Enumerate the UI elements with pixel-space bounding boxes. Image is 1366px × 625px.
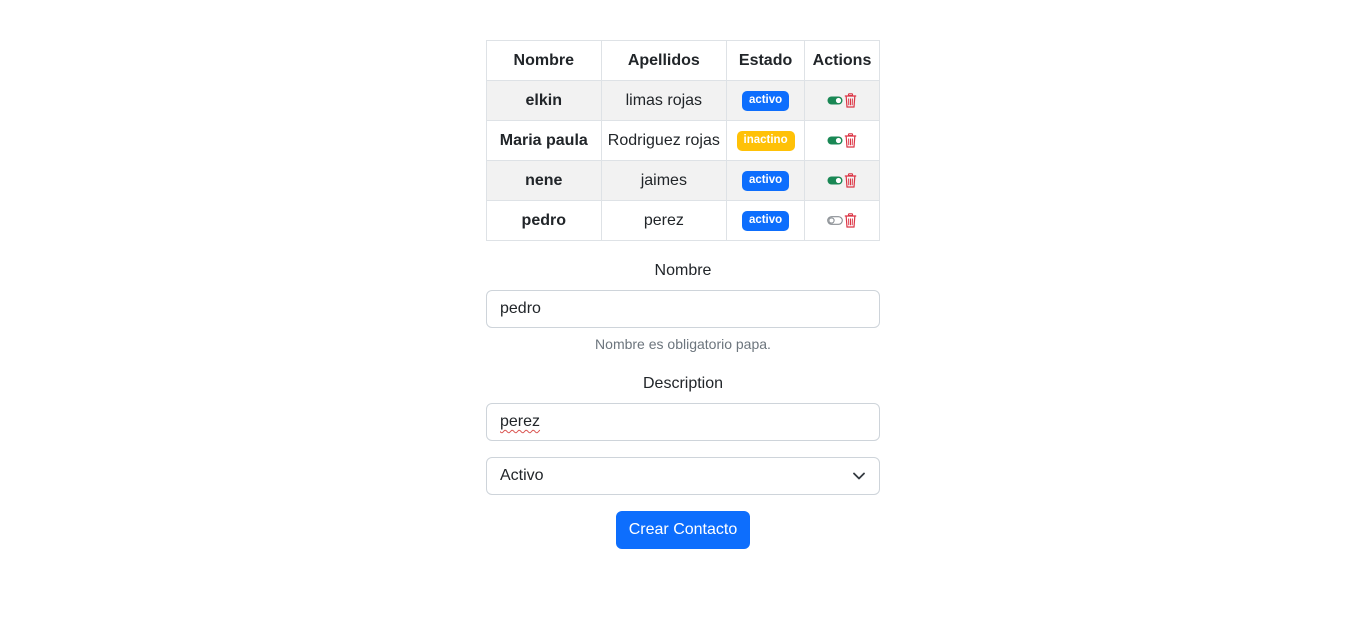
estado-select[interactable]: Activo xyxy=(486,457,880,495)
table-header-row: Nombre Apellidos Estado Actions xyxy=(486,40,880,81)
header-estado: Estado xyxy=(726,40,806,81)
row-actions xyxy=(827,92,857,108)
cell-nombre: pedro xyxy=(486,200,602,241)
table-row: Maria paula Rodriguez rojas inactino xyxy=(486,120,880,161)
crear-contacto-button[interactable]: Crear Contacto xyxy=(615,511,751,549)
cell-apellidos: limas rojas xyxy=(600,80,728,121)
cell-estado: activo xyxy=(726,160,806,201)
contacts-table: Nombre Apellidos Estado Actions elkin lim… xyxy=(486,40,880,241)
cell-actions xyxy=(804,200,880,241)
nombre-input[interactable]: pedro xyxy=(486,290,880,328)
description-input[interactable]: perez xyxy=(486,403,880,441)
trash-icon[interactable] xyxy=(844,132,857,148)
nombre-label: Nombre xyxy=(654,262,712,279)
status-badge: activo xyxy=(741,211,790,231)
cell-actions xyxy=(804,80,880,121)
trash-icon[interactable] xyxy=(844,92,857,108)
cell-nombre: nene xyxy=(486,160,602,201)
status-badge: inactino xyxy=(736,131,795,151)
cell-apellidos: perez xyxy=(600,200,728,241)
estado-select-value: Activo xyxy=(500,467,544,484)
row-actions xyxy=(827,172,857,188)
cell-estado: activo xyxy=(726,80,806,121)
nombre-help-text: Nombre es obligatorio papa. xyxy=(595,336,771,352)
cell-actions xyxy=(804,120,880,161)
description-value: perez xyxy=(500,413,541,430)
cell-apellidos: jaimes xyxy=(600,160,728,201)
cell-nombre: elkin xyxy=(486,80,602,121)
toggle-icon[interactable] xyxy=(827,215,843,225)
status-badge: activo xyxy=(741,91,790,111)
row-actions xyxy=(827,212,857,228)
table-row: nene jaimes activo xyxy=(486,160,880,201)
header-apellidos: Apellidos xyxy=(600,40,728,81)
contact-form: Nombre pedro Nombre es obligatorio papa.… xyxy=(486,261,880,549)
main-container: Nombre Apellidos Estado Actions elkin lim… xyxy=(486,40,880,549)
cell-estado: activo xyxy=(726,200,806,241)
toggle-icon[interactable] xyxy=(827,96,843,105)
cell-nombre: Maria paula xyxy=(486,120,602,161)
toggle-icon[interactable] xyxy=(827,136,843,145)
row-actions xyxy=(827,132,857,148)
cell-apellidos: Rodriguez rojas xyxy=(600,120,728,161)
table-row: pedro perez activo xyxy=(486,200,880,241)
cell-estado: inactino xyxy=(726,120,806,161)
status-badge: activo xyxy=(741,171,790,191)
table-row: elkin limas rojas activo xyxy=(486,80,880,121)
header-actions: Actions xyxy=(804,40,880,81)
description-label: Description xyxy=(642,375,724,392)
trash-icon[interactable] xyxy=(844,212,857,228)
toggle-icon[interactable] xyxy=(827,176,843,185)
cell-actions xyxy=(804,160,880,201)
trash-icon[interactable] xyxy=(844,172,857,188)
header-nombre: Nombre xyxy=(486,40,602,81)
chevron-down-icon xyxy=(853,472,865,480)
